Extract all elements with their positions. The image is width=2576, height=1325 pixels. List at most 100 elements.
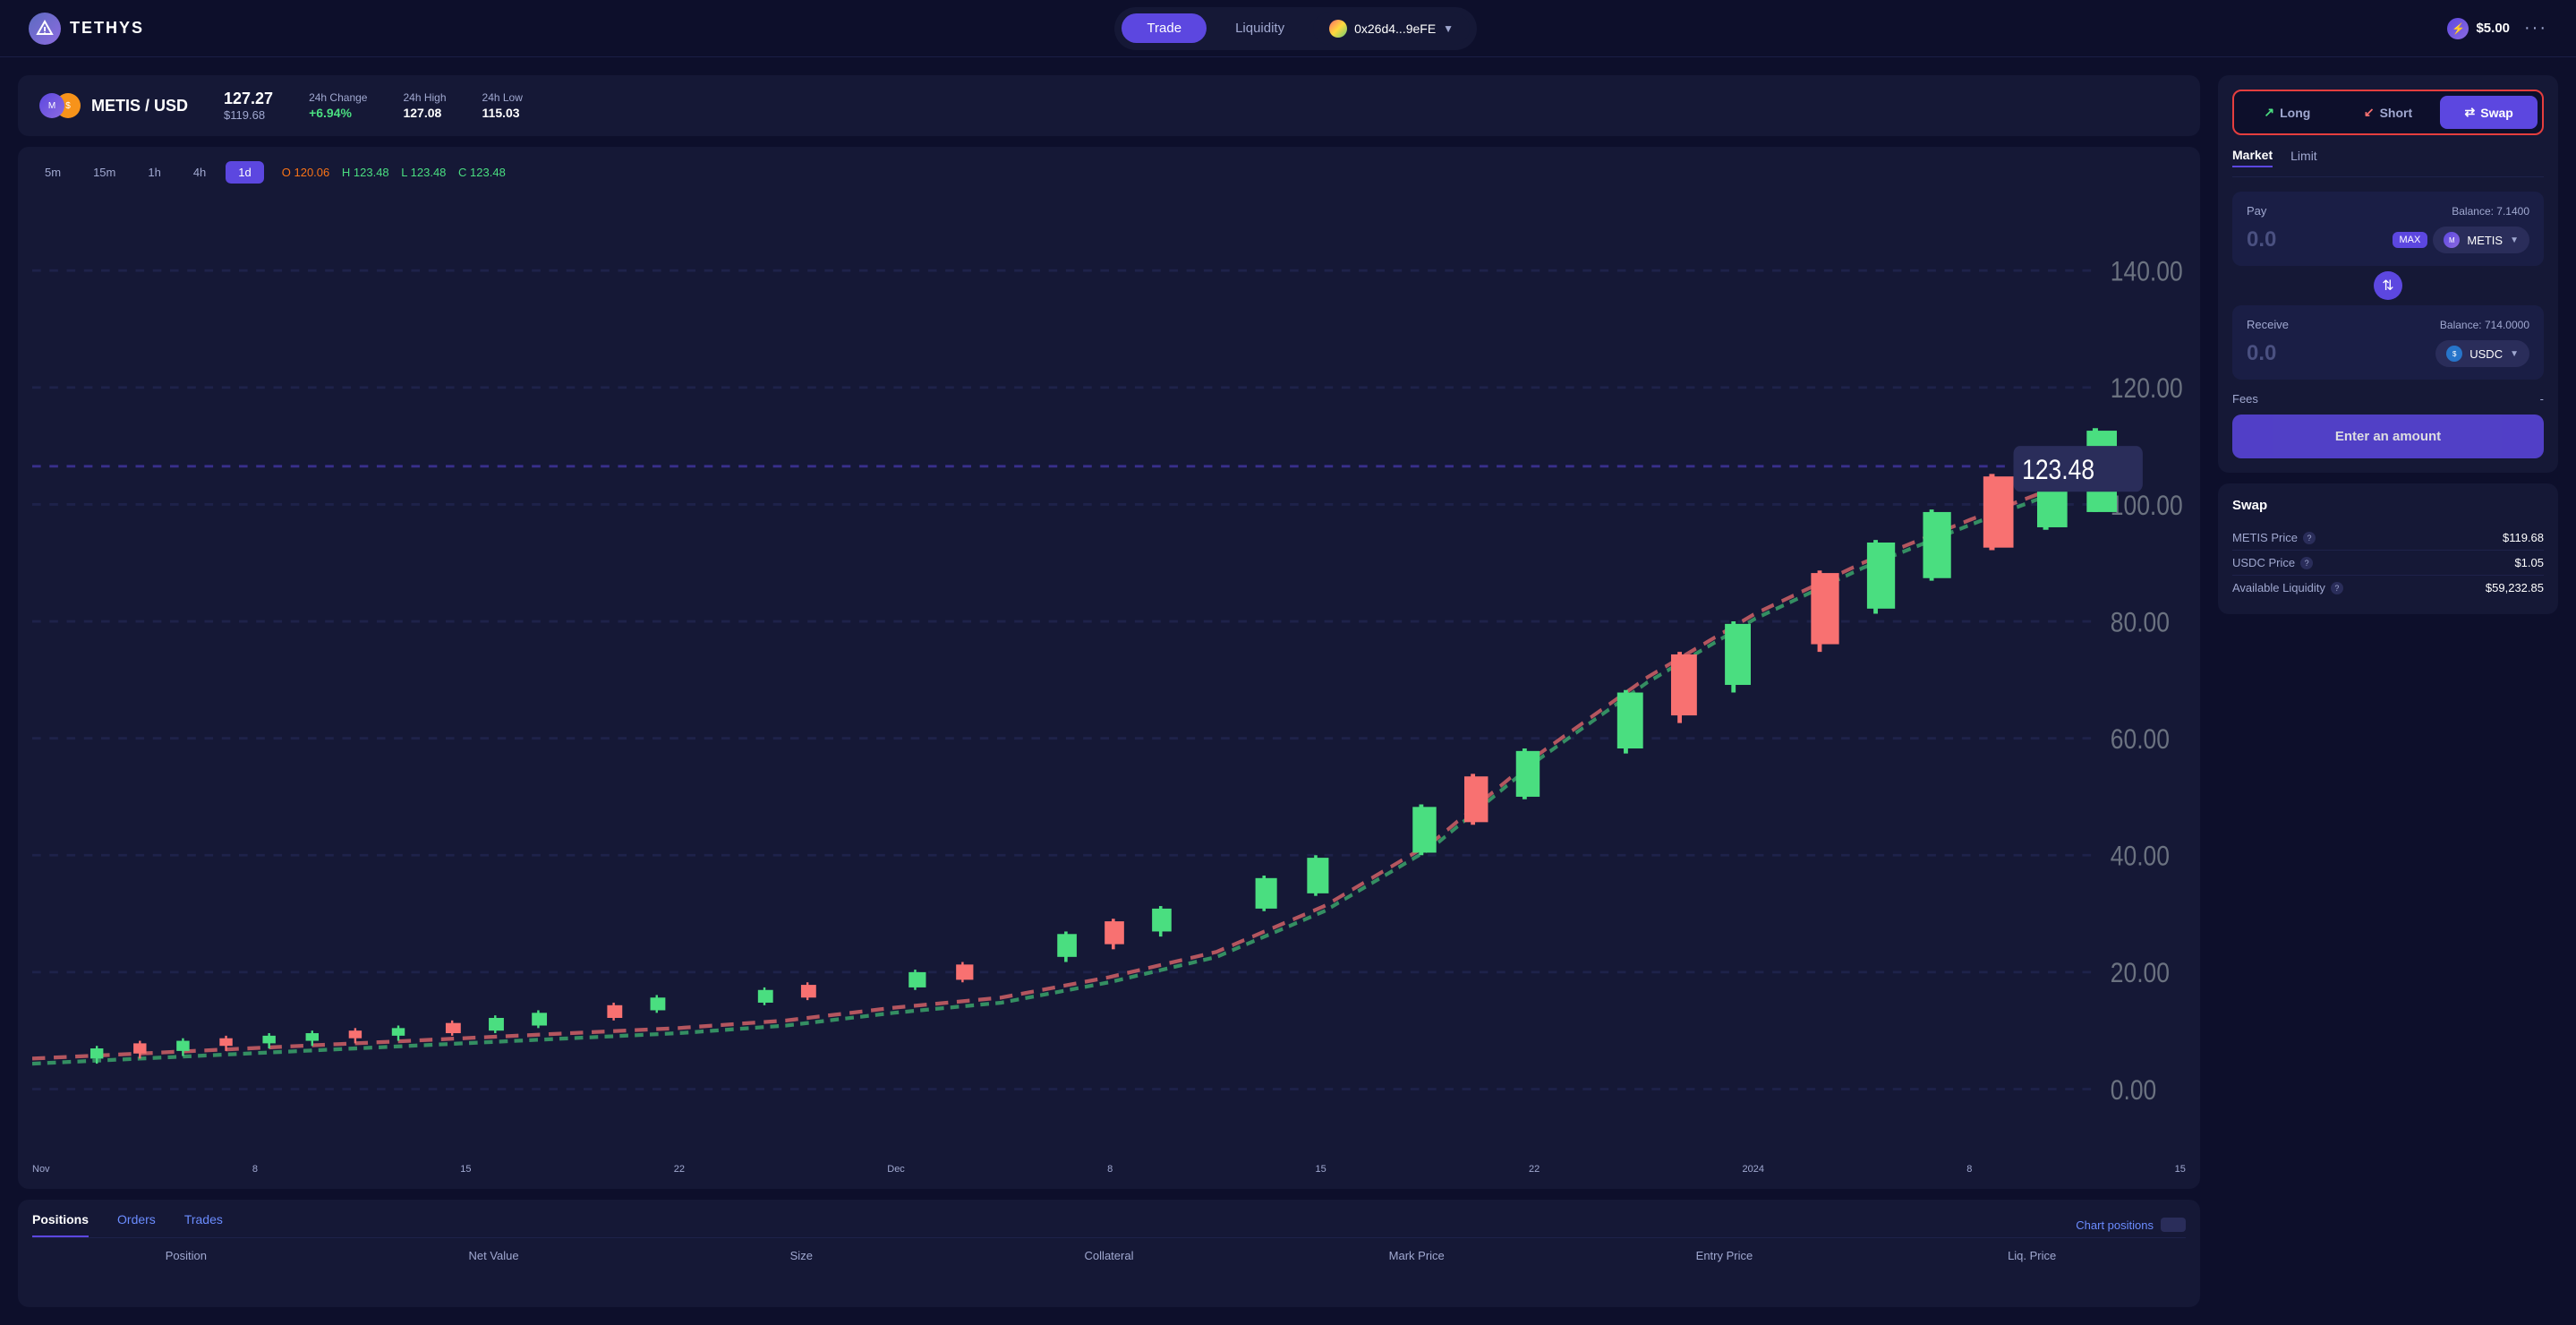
receive-input-row: 0.0 $ USDC ▼: [2247, 340, 2529, 367]
info-row-usdc-price: USDC Price ? $1.05: [2232, 551, 2544, 576]
svg-text:123.48: 123.48: [2022, 455, 2094, 486]
market-price-block: 127.27 $119.68: [224, 90, 273, 122]
short-label: Short: [2380, 106, 2413, 120]
chart-svg: 140.00 120.00 100.00 80.00 60.00 40.00 2…: [32, 194, 2186, 1160]
tab-swap[interactable]: ⇄ Swap: [2440, 96, 2538, 129]
left-panel: M $ METIS / USD 127.27 $119.68 24h Chang…: [18, 75, 2200, 1307]
market-price-main: 127.27: [224, 90, 273, 108]
receive-header: Receive Balance: 714.0000: [2247, 318, 2529, 331]
metis-price-value: $119.68: [2503, 531, 2544, 544]
pay-input-row: 0.0 MAX M METIS ▼: [2247, 227, 2529, 253]
market-price-sub: $119.68: [224, 108, 273, 122]
metis-icon: M: [2444, 232, 2460, 248]
col-liq-price: Liq. Price: [1878, 1249, 2186, 1262]
x-label-15b: 15: [1315, 1164, 1326, 1175]
right-panel: ↗ Long ↙ Short ⇄ Swap Market Limit: [2218, 75, 2558, 1307]
tab-long[interactable]: ↗ Long: [2239, 96, 2336, 129]
tab-positions[interactable]: Positions: [32, 1212, 89, 1237]
receive-label: Receive: [2247, 318, 2289, 331]
time-btn-15m[interactable]: 15m: [81, 161, 128, 184]
pay-section: Pay Balance: 7.1400 0.0 MAX M METIS ▼: [2232, 192, 2544, 266]
x-label-8a: 8: [252, 1164, 258, 1175]
ohlc-o: O 120.06: [282, 166, 330, 179]
nav-trade[interactable]: Trade: [1122, 13, 1207, 43]
pay-label: Pay: [2247, 204, 2266, 218]
time-btn-1d[interactable]: 1d: [226, 161, 263, 184]
col-position: Position: [32, 1249, 340, 1262]
liquidity-value: $59,232.85: [2486, 581, 2544, 594]
ohlc-h: H 123.48: [342, 166, 389, 179]
token-price-icon: ⚡: [2447, 18, 2469, 39]
low-value: 115.03: [482, 106, 523, 120]
swap-info-title: Swap: [2232, 498, 2544, 513]
table-headers: Position Net Value Size Collateral Mark …: [32, 1238, 2186, 1273]
trade-tabs: ↗ Long ↙ Short ⇄ Swap: [2232, 90, 2544, 135]
nav-center: Trade Liquidity 0x26d4...9eFE ▼: [1114, 7, 1477, 50]
max-button[interactable]: MAX: [2393, 232, 2428, 248]
svg-text:0.00: 0.00: [2111, 1075, 2156, 1107]
logo-text: TETHYS: [70, 19, 144, 38]
svg-text:40.00: 40.00: [2111, 842, 2170, 873]
info-row-liquidity: Available Liquidity ? $59,232.85: [2232, 576, 2544, 600]
liquidity-label-row: Available Liquidity ?: [2232, 581, 2343, 594]
more-button[interactable]: ···: [2524, 18, 2547, 38]
swap-info-card: Swap METIS Price ? $119.68 USDC Price ? …: [2218, 483, 2558, 614]
metis-price-label: METIS Price: [2232, 531, 2298, 544]
svg-text:80.00: 80.00: [2111, 607, 2170, 638]
time-btn-4h[interactable]: 4h: [181, 161, 218, 184]
chart-controls: 5m 15m 1h 4h 1d O 120.06 H 123.48 L 123.…: [32, 161, 2186, 184]
long-label: Long: [2280, 106, 2310, 120]
market-pair: M $ METIS / USD: [39, 91, 188, 120]
receive-amount: 0.0: [2247, 341, 2276, 366]
col-size: Size: [647, 1249, 955, 1262]
chevron-down-icon: ▼: [2510, 235, 2519, 245]
usdc-price-label: USDC Price: [2232, 556, 2295, 569]
question-icon-2: ?: [2300, 557, 2313, 569]
fees-value: -: [2540, 392, 2544, 406]
header-right: ⚡ $5.00 ···: [2447, 18, 2547, 39]
question-icon-3: ?: [2331, 582, 2343, 594]
tab-orders[interactable]: Orders: [117, 1212, 156, 1237]
chart-positions-toggle[interactable]: Chart positions: [2076, 1218, 2186, 1232]
order-limit[interactable]: Limit: [2290, 148, 2317, 167]
col-net-value: Net Value: [340, 1249, 648, 1262]
pay-token-selector[interactable]: M METIS ▼: [2433, 227, 2529, 253]
svg-text:20.00: 20.00: [2111, 958, 2170, 989]
svg-text:100.00: 100.00: [2111, 491, 2183, 522]
chevron-down-icon: ▼: [2510, 349, 2519, 359]
x-label-22b: 22: [1529, 1164, 1540, 1175]
time-btn-1h[interactable]: 1h: [135, 161, 173, 184]
x-label-8c: 8: [1966, 1164, 1972, 1175]
tab-trades[interactable]: Trades: [184, 1212, 223, 1237]
swap-direction-button[interactable]: ⇅: [2232, 271, 2544, 300]
usdc-price-value: $1.05: [2514, 556, 2544, 569]
header-price: $5.00: [2476, 21, 2510, 36]
chart-positions-toggle-box[interactable]: [2161, 1218, 2186, 1232]
x-label-nov: Nov: [32, 1164, 50, 1175]
pair-name: METIS / USD: [91, 97, 188, 115]
order-market[interactable]: Market: [2232, 148, 2273, 167]
market-header: M $ METIS / USD 127.27 $119.68 24h Chang…: [18, 75, 2200, 136]
nav-liquidity[interactable]: Liquidity: [1210, 13, 1309, 43]
time-btn-5m[interactable]: 5m: [32, 161, 73, 184]
pay-balance: Balance: 7.1400: [2452, 205, 2529, 218]
swap-arrows-icon[interactable]: ⇅: [2374, 271, 2402, 300]
bottom-tabs: Positions Orders Trades Chart positions: [32, 1200, 2186, 1238]
stat-high: 24h High 127.08: [403, 91, 446, 120]
pair-icon-metis: M: [39, 93, 64, 118]
swap-label: Swap: [2480, 106, 2513, 120]
usdc-icon: $: [2446, 346, 2462, 362]
logo: TETHYS: [29, 13, 144, 45]
x-label-15a: 15: [460, 1164, 471, 1175]
receive-token-selector[interactable]: $ USDC ▼: [2435, 340, 2529, 367]
tab-short[interactable]: ↙ Short: [2340, 96, 2437, 129]
wallet-button[interactable]: 0x26d4...9eFE ▼: [1313, 13, 1470, 45]
x-label-dec: Dec: [887, 1164, 905, 1175]
trading-card: ↗ Long ↙ Short ⇄ Swap Market Limit: [2218, 75, 2558, 473]
wallet-avatar: [1329, 20, 1347, 38]
pay-token-name: METIS: [2467, 234, 2503, 247]
enter-amount-button[interactable]: Enter an amount: [2232, 415, 2544, 458]
ohlc-info: O 120.06 H 123.48 L 123.48 C 123.48: [282, 166, 515, 179]
receive-section: Receive Balance: 714.0000 0.0 $ USDC ▼: [2232, 305, 2544, 380]
arrow-down-icon: ↙: [2364, 105, 2375, 120]
